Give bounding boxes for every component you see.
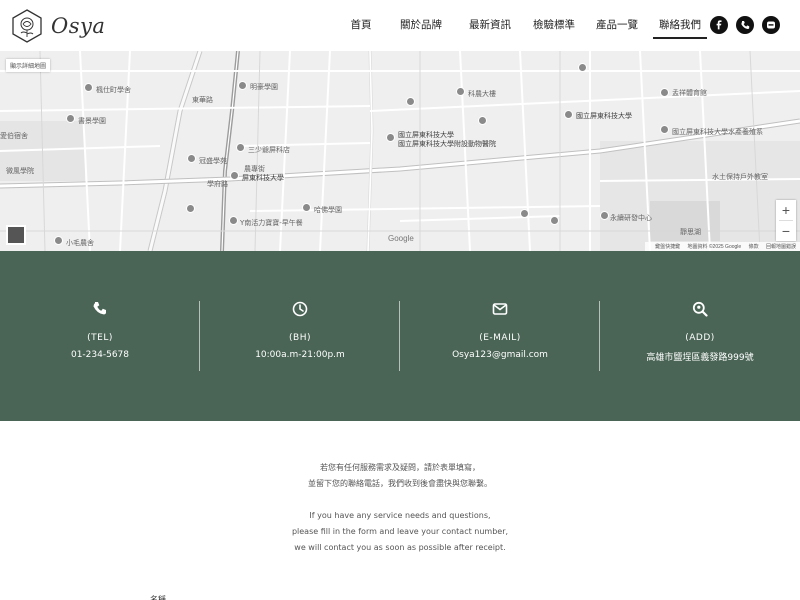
rose-logo-icon — [12, 9, 42, 43]
map-label: 楓仕町學舍 — [96, 86, 131, 94]
map-poi[interactable] — [660, 125, 669, 134]
map-poi[interactable] — [520, 209, 529, 218]
line-icon[interactable] — [762, 16, 780, 34]
contact-value[interactable]: Osya123@gmail.com — [400, 350, 600, 360]
mail-icon — [492, 303, 508, 315]
map-roads — [0, 51, 800, 251]
map-label: 學府路 — [207, 180, 228, 188]
map-poi[interactable] — [230, 171, 239, 180]
nav-products[interactable]: 產品一覽 — [589, 0, 645, 51]
contact-value: 01-234-5678 — [70, 350, 130, 360]
phone-icon — [93, 302, 106, 315]
map-label: 屏東科技大學 — [242, 174, 284, 182]
contact-value: 10:00a.m-21:00p.m — [255, 350, 345, 360]
keyboard-shortcuts-link[interactable]: 鍵盤快捷鍵 — [655, 244, 680, 250]
map-data-text: 地圖資料 ©2025 Google — [687, 244, 742, 250]
facebook-icon[interactable] — [710, 16, 728, 34]
contact-intro: 若您有任何服務需求及疑問，請於表單填寫， 並留下您的聯絡電話，我們收到後會盡快與… — [0, 421, 800, 556]
contact-title: (TEL) — [87, 333, 113, 343]
map-poi[interactable] — [186, 204, 195, 213]
contact-band: (TEL) 01-234-5678 (BH) 10:00a.m-21:00p.m… — [0, 251, 800, 421]
map-label: 三少爺屏科店 — [248, 146, 290, 154]
nav-standards[interactable]: 檢驗標準 — [526, 0, 582, 51]
contact-tel: (TEL) 01-234-5678 — [0, 301, 200, 371]
report-error-link[interactable]: 回報地圖錯誤 — [766, 244, 796, 250]
map-label: 書景學園 — [78, 117, 106, 125]
satellite-toggle[interactable] — [6, 225, 26, 245]
map-label: Y南活力寶寶-早午餐 — [240, 219, 303, 227]
map-label: 靜思湖 — [680, 228, 701, 236]
main-nav: 首頁 關於品牌 最新資訊 檢驗標準 產品一覽 聯絡我們 — [340, 0, 709, 51]
map-label: 國立屏東科技大學水產養殖系 — [672, 128, 763, 136]
map-label: 小毛農舍 — [66, 239, 94, 247]
intro-en-line: If you have any service needs and questi… — [309, 511, 491, 520]
contact-title: (E-MAIL) — [479, 333, 521, 343]
contact-title: (BH) — [289, 333, 311, 343]
map-label: 國立屏東科技大學附設動物醫院 — [398, 140, 496, 148]
map-label: 冠盛學苑 — [199, 157, 227, 165]
brand-logo[interactable]: Osya — [9, 8, 105, 44]
map-label: 東華路 — [192, 96, 213, 104]
enlarge-map-button[interactable]: 顯示詳細地圖 — [6, 59, 51, 72]
map-poi[interactable] — [600, 211, 609, 220]
map-poi[interactable] — [550, 216, 559, 225]
map-label: 愛伯宿舍 — [0, 132, 28, 140]
map-poi[interactable] — [406, 97, 415, 106]
map-poi[interactable] — [386, 133, 395, 142]
nav-home[interactable]: 首頁 — [340, 0, 382, 51]
map-poi[interactable] — [66, 114, 75, 123]
map-label: 科農大樓 — [468, 90, 496, 98]
map-poi[interactable] — [54, 236, 63, 245]
map-poi[interactable] — [238, 81, 247, 90]
contact-email: (E-MAIL) Osya123@gmail.com — [400, 301, 600, 371]
map-poi[interactable] — [229, 216, 238, 225]
map-attribution: 鍵盤快捷鍵 地圖資料 ©2025 Google 條款 回報地圖錯誤 — [645, 242, 800, 251]
site-header: Osya 首頁 關於品牌 最新資訊 檢驗標準 產品一覽 聯絡我們 — [0, 0, 800, 51]
map-poi[interactable] — [660, 88, 669, 97]
zoom-controls: + − — [776, 200, 796, 241]
zoom-in-button[interactable]: + — [776, 200, 796, 220]
intro-en-line: please fill in the form and leave your c… — [291, 527, 509, 536]
google-logo: Google — [388, 234, 414, 243]
social-links — [710, 16, 780, 34]
contact-hours: (BH) 10:00a.m-21:00p.m — [200, 301, 400, 371]
map-label: 哈佛學園 — [314, 206, 342, 214]
location-map[interactable]: 顯示詳細地圖 楓仕町學舍 明豪學園 書景學園 三少爺屏科店 冠盛學苑 屏東科技大… — [0, 51, 800, 251]
form-name-label: 名稱 — [150, 595, 166, 600]
map-label: 農專街 — [244, 165, 265, 173]
map-poi[interactable] — [236, 143, 245, 152]
map-poi[interactable] — [456, 87, 465, 96]
nav-news[interactable]: 最新資訊 — [462, 0, 518, 51]
map-label: 永續研發中心 — [610, 214, 652, 222]
nav-about[interactable]: 關於品牌 — [386, 0, 456, 51]
map-poi[interactable] — [564, 110, 573, 119]
map-label: 水土保持戶外教室 — [712, 173, 768, 181]
contact-title: (ADD) — [685, 333, 715, 343]
map-label: 孟祥體育館 — [672, 89, 707, 97]
map-poi[interactable] — [578, 63, 587, 72]
intro-zh-line: 若您有任何服務需求及疑問，請於表單填寫， — [320, 463, 480, 472]
clock-icon — [292, 301, 308, 317]
zoom-out-button[interactable]: − — [776, 221, 796, 241]
map-label: 微風學院 — [6, 167, 34, 175]
phone-icon[interactable] — [736, 16, 754, 34]
map-poi[interactable] — [302, 203, 311, 212]
map-label: 明豪學園 — [250, 83, 278, 91]
terms-link[interactable]: 條款 — [749, 244, 759, 250]
intro-zh-line: 並留下您的聯絡電話，我們收到後會盡快與您聯繫。 — [308, 479, 492, 488]
nav-contact[interactable]: 聯絡我們 — [651, 0, 709, 51]
contact-value: 高雄市鹽埕區義發路999號 — [646, 353, 754, 363]
brand-name: Osya — [51, 14, 106, 38]
search-location-icon — [692, 301, 708, 317]
intro-en-line: we will contact you as soon as possible … — [294, 543, 506, 552]
contact-address: (ADD) 高雄市鹽埕區義發路999號 — [600, 301, 800, 371]
map-poi[interactable] — [478, 116, 487, 125]
map-poi[interactable] — [187, 154, 196, 163]
map-label: 國立屏東科技大學 — [576, 112, 632, 120]
map-poi[interactable] — [84, 83, 93, 92]
